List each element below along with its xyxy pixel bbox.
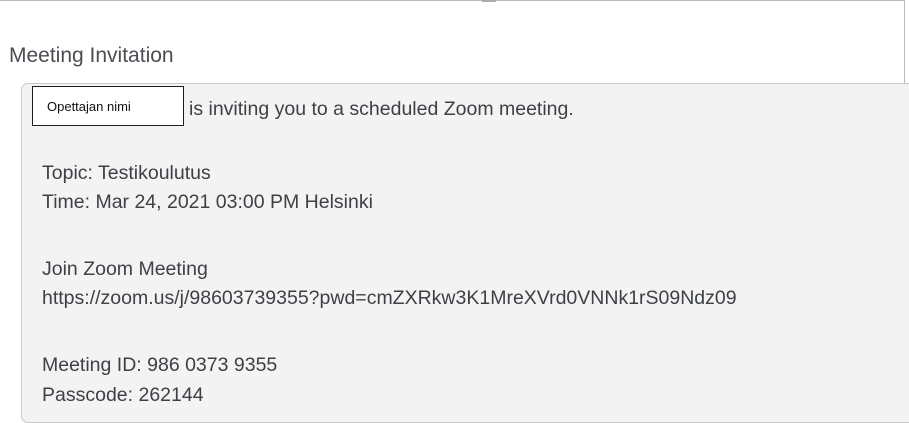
join-heading: Join Zoom Meeting — [42, 258, 208, 280]
join-link[interactable]: https://zoom.us/j/98603739355?pwd=cmZXRk… — [42, 286, 737, 310]
panel-top-border — [0, 0, 904, 1]
host-name-overlay: Opettajan nimi — [32, 86, 184, 126]
meeting-invitation-label: Meeting Invitation — [9, 44, 174, 67]
meeting-id-line: Meeting ID: 986 0373 9355 — [42, 354, 278, 376]
panel-top-notch — [482, 0, 496, 2]
time-line: Time: Mar 24, 2021 03:00 PM Helsinki — [42, 191, 373, 213]
topic-line: Topic: Testikoulutus — [42, 162, 211, 184]
host-name-text: Opettajan nimi — [47, 98, 131, 114]
passcode-line: Passcode: 262144 — [42, 384, 204, 406]
invite-text: is inviting you to a scheduled Zoom meet… — [189, 98, 574, 120]
